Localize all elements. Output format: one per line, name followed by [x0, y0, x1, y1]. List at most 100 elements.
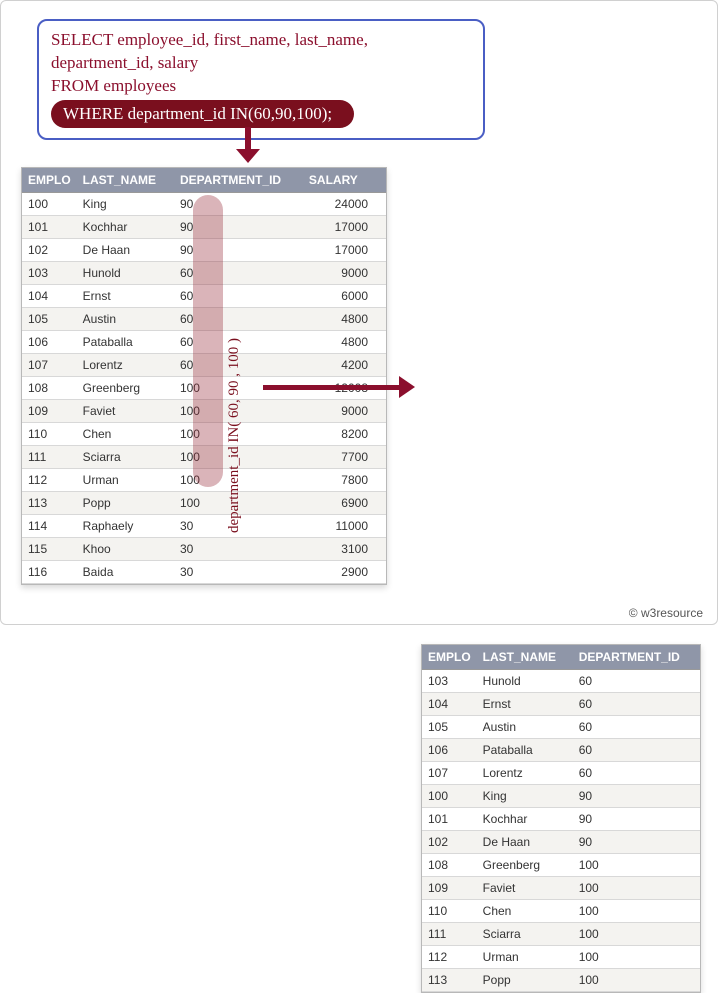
- cell-last: Khoo: [77, 538, 174, 561]
- table-row: 105Austin604800: [22, 308, 386, 331]
- cell-last: Kochhar: [477, 808, 573, 831]
- cell-emp: 114: [22, 515, 77, 538]
- sql-query-box: SELECT employee_id, first_name, last_nam…: [37, 19, 485, 140]
- cell-emp: 113: [22, 492, 77, 515]
- table-header-row: EMPLO LAST_NAME DEPARTMENT_ID: [422, 645, 700, 670]
- cell-dept: 100: [174, 423, 303, 446]
- cell-emp: 112: [22, 469, 77, 492]
- cell-dept: 100: [573, 969, 700, 992]
- cell-last: Urman: [477, 946, 573, 969]
- cell-last: Urman: [77, 469, 174, 492]
- table-row: 104Ernst60: [422, 693, 700, 716]
- cell-last: Ernst: [477, 693, 573, 716]
- cell-last: Kochhar: [77, 216, 174, 239]
- cell-emp: 107: [22, 354, 77, 377]
- cell-emp: 108: [422, 854, 477, 877]
- cell-emp: 110: [422, 900, 477, 923]
- footer-credit: © w3resource: [629, 606, 703, 620]
- cell-dept: 90: [174, 216, 303, 239]
- cell-last: Sciarra: [477, 923, 573, 946]
- cell-last: Lorentz: [77, 354, 174, 377]
- table-row: 101Kochhar9017000: [22, 216, 386, 239]
- cell-sal: 17000: [303, 239, 386, 262]
- cell-last: Hunold: [477, 670, 573, 693]
- sql-select-line1: SELECT employee_id, first_name, last_nam…: [51, 29, 471, 52]
- table-row: 107Lorentz604200: [22, 354, 386, 377]
- cell-last: De Haan: [477, 831, 573, 854]
- cell-emp: 116: [22, 561, 77, 584]
- cell-dept: 90: [174, 239, 303, 262]
- table-row: 112Urman100: [422, 946, 700, 969]
- cell-dept: 90: [573, 831, 700, 854]
- cell-last: Faviet: [477, 877, 573, 900]
- table-header-row: EMPLO LAST_NAME DEPARTMENT_ID SALARY: [22, 168, 386, 193]
- cell-emp: 106: [422, 739, 477, 762]
- cell-last: De Haan: [77, 239, 174, 262]
- cell-emp: 111: [22, 446, 77, 469]
- table-row: 113Popp100: [422, 969, 700, 992]
- cell-dept: 60: [573, 739, 700, 762]
- table-row: 104Ernst606000: [22, 285, 386, 308]
- col-department-id: DEPARTMENT_ID: [573, 645, 700, 670]
- cell-emp: 103: [22, 262, 77, 285]
- cell-last: Austin: [477, 716, 573, 739]
- arrow-down-icon: [233, 127, 263, 163]
- cell-emp: 109: [422, 877, 477, 900]
- cell-emp: 100: [422, 785, 477, 808]
- table-row: 111Sciarra100: [422, 923, 700, 946]
- cell-dept: 100: [573, 900, 700, 923]
- cell-sal: 7700: [303, 446, 386, 469]
- cell-emp: 105: [422, 716, 477, 739]
- cell-emp: 101: [22, 216, 77, 239]
- cell-sal: 4800: [303, 308, 386, 331]
- cell-last: Chen: [477, 900, 573, 923]
- table-row: 109Faviet100: [422, 877, 700, 900]
- cell-dept: 100: [174, 446, 303, 469]
- cell-emp: 103: [422, 670, 477, 693]
- table-row: 106Pataballa604800: [22, 331, 386, 354]
- cell-emp: 104: [422, 693, 477, 716]
- cell-last: Greenberg: [477, 854, 573, 877]
- cell-emp: 102: [422, 831, 477, 854]
- cell-dept: 60: [174, 262, 303, 285]
- cell-last: Hunold: [77, 262, 174, 285]
- table-row: 100King9024000: [22, 193, 386, 216]
- cell-emp: 101: [422, 808, 477, 831]
- table-row: 105Austin60: [422, 716, 700, 739]
- col-employee-id: EMPLO: [22, 168, 77, 193]
- cell-last: Sciarra: [77, 446, 174, 469]
- cell-dept: 30: [174, 515, 303, 538]
- cell-last: Faviet: [77, 400, 174, 423]
- cell-dept: 60: [573, 670, 700, 693]
- cell-last: Ernst: [77, 285, 174, 308]
- cell-sal: 9000: [303, 262, 386, 285]
- cell-dept: 100: [573, 877, 700, 900]
- cell-emp: 109: [22, 400, 77, 423]
- cell-dept: 30: [174, 538, 303, 561]
- cell-last: Austin: [77, 308, 174, 331]
- cell-last: Chen: [77, 423, 174, 446]
- cell-sal: 4800: [303, 331, 386, 354]
- cell-emp: 111: [422, 923, 477, 946]
- cell-sal: 11000: [303, 515, 386, 538]
- col-salary: SALARY: [303, 168, 386, 193]
- cell-sal: 24000: [303, 193, 386, 216]
- sql-where-pill: WHERE department_id IN(60,90,100);: [51, 100, 354, 128]
- table-row: 106Pataballa60: [422, 739, 700, 762]
- table-row: 113Popp1006900: [22, 492, 386, 515]
- cell-dept: 30: [174, 561, 303, 584]
- result-table: EMPLO LAST_NAME DEPARTMENT_ID 103Hunold6…: [421, 644, 701, 993]
- cell-sal: 6000: [303, 285, 386, 308]
- cell-dept: 60: [573, 762, 700, 785]
- cell-dept: 60: [174, 308, 303, 331]
- col-last-name: LAST_NAME: [477, 645, 573, 670]
- col-last-name: LAST_NAME: [77, 168, 174, 193]
- cell-sal: 17000: [303, 216, 386, 239]
- cell-dept: 100: [573, 946, 700, 969]
- cell-sal: 8200: [303, 423, 386, 446]
- cell-last: Baida: [77, 561, 174, 584]
- table-row: 112Urman1007800: [22, 469, 386, 492]
- table-row: 102De Haan9017000: [22, 239, 386, 262]
- sql-from-line: FROM employees: [51, 75, 471, 98]
- cell-last: Pataballa: [477, 739, 573, 762]
